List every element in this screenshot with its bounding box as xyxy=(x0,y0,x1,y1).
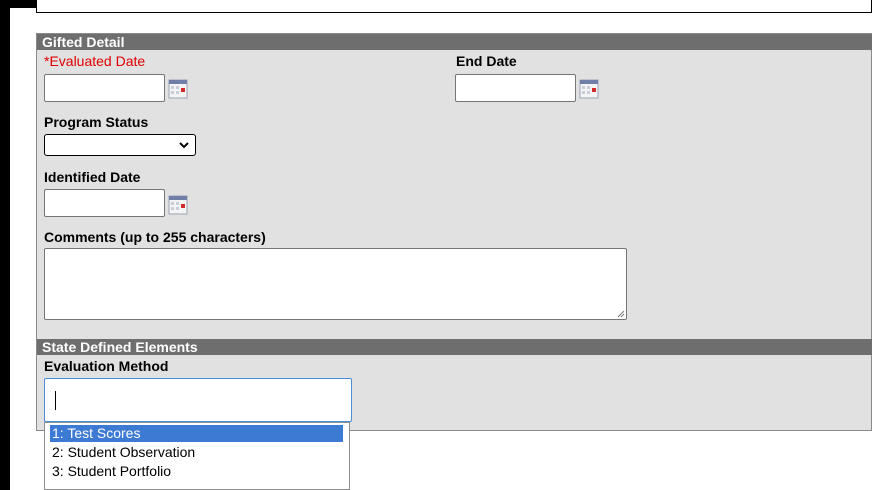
end-date-input[interactable] xyxy=(455,74,576,102)
calendar-icon[interactable] xyxy=(168,79,188,99)
identified-date-label: Identified Date xyxy=(44,169,141,185)
evaluation-method-combobox[interactable] xyxy=(44,378,352,422)
resize-grip-icon[interactable] xyxy=(617,310,625,318)
evaluated-date-label: *Evaluated Date xyxy=(44,53,146,69)
text-caret xyxy=(55,391,56,410)
evaluation-method-label: Evaluation Method xyxy=(44,358,169,374)
window-left-edge xyxy=(0,0,10,490)
option-test-scores[interactable]: 1: Test Scores xyxy=(50,425,343,442)
end-date-label: End Date xyxy=(456,53,517,69)
chevron-down-icon xyxy=(179,142,189,149)
program-status-label: Program Status xyxy=(44,114,149,130)
calendar-icon[interactable] xyxy=(579,79,599,99)
gifted-detail-header: Gifted Detail xyxy=(37,34,872,50)
state-defined-elements-header: State Defined Elements xyxy=(37,339,872,355)
option-student-observation[interactable]: 2: Student Observation xyxy=(50,444,343,461)
calendar-icon[interactable] xyxy=(168,195,188,215)
program-status-select[interactable] xyxy=(44,134,196,156)
comments-label: Comments (up to 255 characters) xyxy=(44,229,266,245)
option-student-portfolio[interactable]: 3: Student Portfolio xyxy=(50,463,343,480)
comments-textarea[interactable] xyxy=(44,248,627,320)
gifted-detail-panel: Gifted Detail *Evaluated Date End Date P… xyxy=(36,33,872,431)
previous-panel-frame xyxy=(36,0,872,13)
evaluation-method-dropdown-list: 1: Test Scores 2: Student Observation 3:… xyxy=(44,422,350,490)
identified-date-input[interactable] xyxy=(44,189,165,217)
evaluated-date-input[interactable] xyxy=(44,74,165,102)
